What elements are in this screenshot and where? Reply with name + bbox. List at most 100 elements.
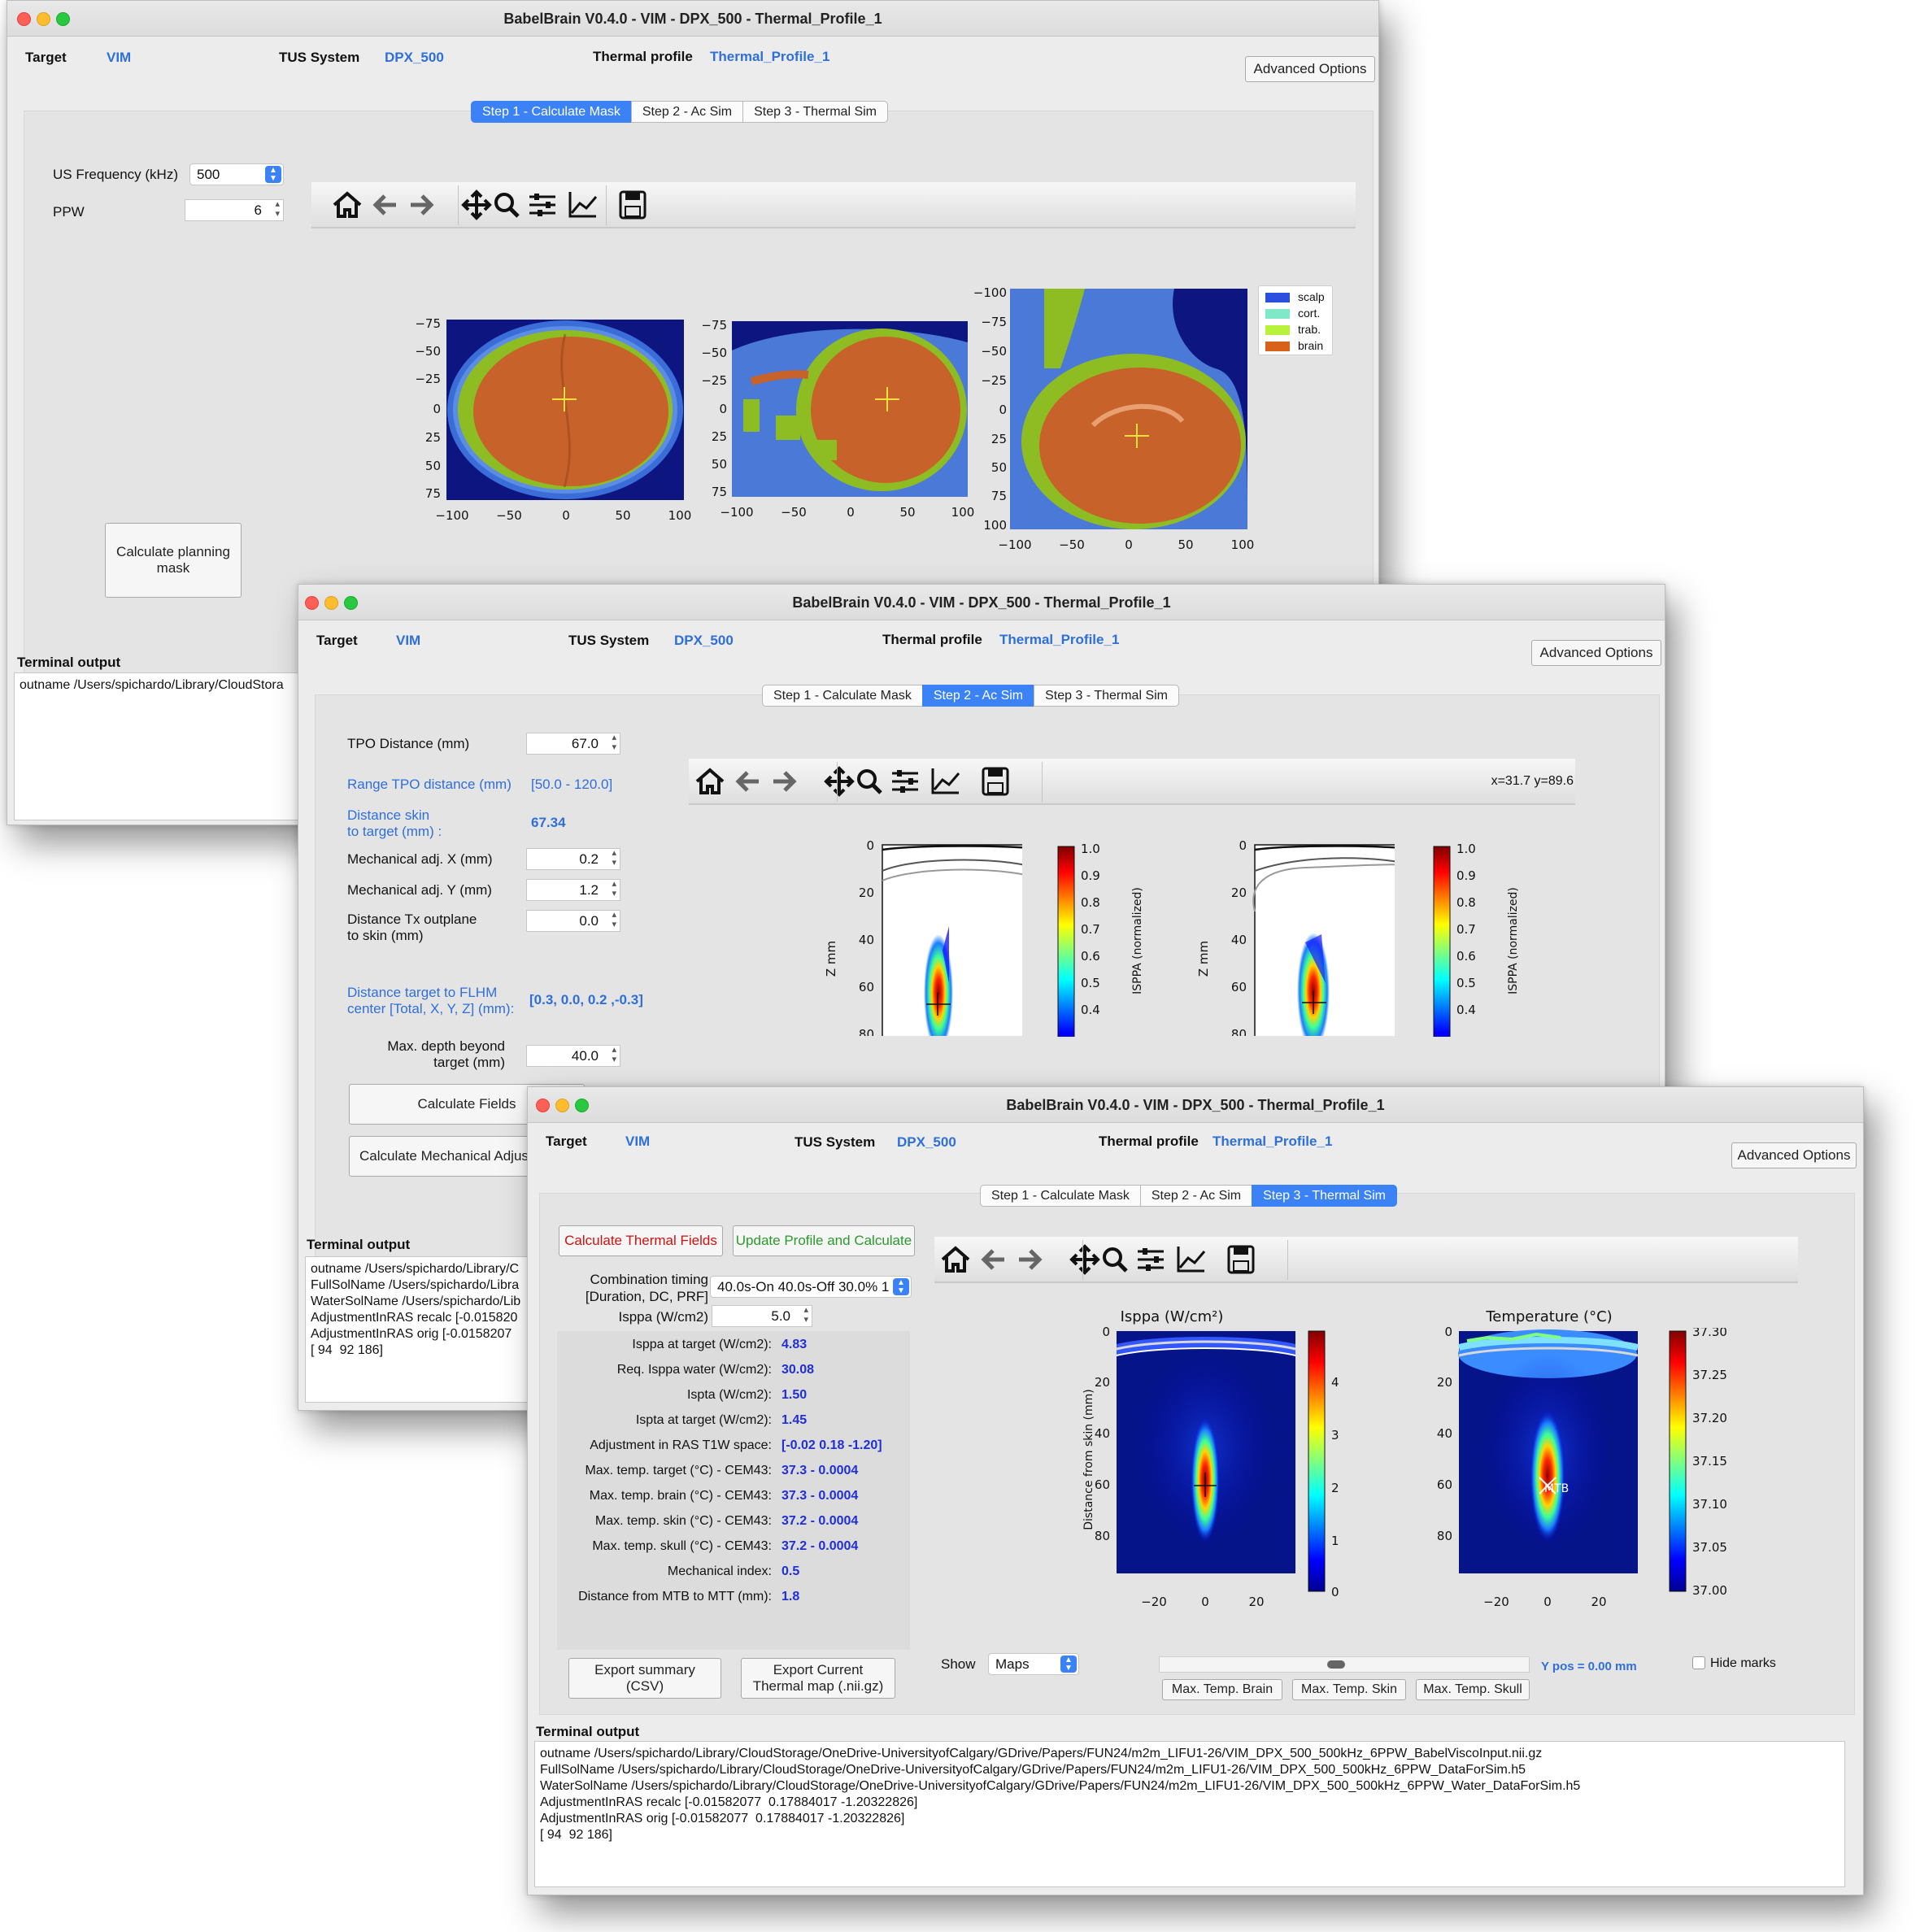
tick-label: −75 <box>981 315 1007 329</box>
edit-axis-icon[interactable] <box>568 192 598 218</box>
update-profile-calculate-button[interactable]: Update Profile and Calculate <box>733 1225 915 1256</box>
back-arrow-icon[interactable] <box>735 771 759 792</box>
mask-slice-coronal: −75 −50 −25 0 25 50 75 −100 −50 0 50 100 <box>701 318 974 520</box>
edit-axis-icon[interactable] <box>931 768 960 794</box>
save-icon[interactable] <box>619 190 647 220</box>
maximize-window-button[interactable] <box>575 1099 589 1112</box>
close-window-button[interactable] <box>305 596 319 610</box>
pan-icon[interactable] <box>1069 1244 1100 1275</box>
zoom-icon[interactable] <box>494 193 520 218</box>
home-icon[interactable] <box>695 768 725 794</box>
configure-subplots-icon[interactable] <box>892 770 918 793</box>
combination-timing-select[interactable]: 40.0s-On 40.0s-Off 30.0% 1 ▲ ▼ <box>710 1276 912 1298</box>
show-value: Maps <box>995 1656 1030 1672</box>
tab-step1[interactable]: Step 1 - Calculate Mask <box>980 1185 1141 1207</box>
save-icon[interactable] <box>1227 1245 1255 1274</box>
export-summary-button[interactable]: Export summary (CSV) <box>568 1658 721 1699</box>
show-select[interactable]: Maps ▲ ▼ <box>988 1653 1079 1675</box>
close-window-button[interactable] <box>17 12 31 26</box>
tab-step1[interactable]: Step 1 - Calculate Mask <box>762 685 923 707</box>
tick-label: 37.30 <box>1692 1328 1727 1339</box>
slider-thumb[interactable] <box>1327 1660 1345 1669</box>
tick-label: −100 <box>973 285 1007 300</box>
target-value: VIM <box>107 50 132 65</box>
tpo-distance-input[interactable]: 67.0 <box>526 733 620 755</box>
mech-adj-y-input[interactable]: 1.2 <box>526 879 620 901</box>
tx-outplane-input[interactable]: 0.0 <box>526 910 620 932</box>
target-label: Target <box>25 50 67 65</box>
mask-slice-sagittal: −100 −75 −50 −25 0 25 50 75 100 −100 −50… <box>973 285 1255 552</box>
tick-label: −50 <box>701 346 727 360</box>
tick-label: 37.15 <box>1692 1454 1727 1469</box>
terminal-output-step3[interactable]: outname /Users/spichardo/Library/CloudSt… <box>534 1741 1845 1887</box>
mech-adj-x-input[interactable]: 0.2 <box>526 848 620 870</box>
tab-step2[interactable]: Step 2 - Ac Sim <box>630 101 744 123</box>
terminal-output-step2[interactable]: outname /Users/spichardo/Library/C FullS… <box>305 1256 541 1403</box>
tick-label: 37.25 <box>1692 1368 1727 1382</box>
edit-axis-icon[interactable] <box>1177 1247 1206 1273</box>
normalized-colorbar-2: 1.0 0.9 0.8 0.7 0.6 0.5 0.4 ISPPA (norma… <box>1433 843 1520 1037</box>
home-icon[interactable] <box>941 1246 970 1273</box>
pan-icon[interactable] <box>461 189 492 220</box>
legend-item-brain: brain <box>1265 339 1323 352</box>
minimize-window-button[interactable] <box>324 596 338 610</box>
tick-label: −20 <box>1483 1595 1509 1609</box>
forward-arrow-icon[interactable] <box>1019 1249 1043 1270</box>
y-position-slider[interactable] <box>1159 1656 1530 1673</box>
close-window-button[interactable] <box>536 1099 550 1112</box>
advanced-options-button[interactable]: Advanced Options <box>1731 1142 1857 1168</box>
tick-label: 0 <box>1239 838 1247 853</box>
tab-step3[interactable]: Step 3 - Thermal Sim <box>742 101 888 123</box>
ppw-input[interactable]: 6 <box>185 199 284 221</box>
zoom-icon[interactable] <box>1103 1247 1128 1273</box>
configure-subplots-icon[interactable] <box>529 194 555 216</box>
tab-step3[interactable]: Step 3 - Thermal Sim <box>1252 1185 1397 1207</box>
combination-timing-label: Combination timing [Duration, DC, PRF] <box>585 1272 708 1304</box>
zoom-icon[interactable] <box>857 769 882 794</box>
mech-adj-x-label: Mechanical adj. X (mm) <box>347 851 493 867</box>
save-icon[interactable] <box>982 767 1009 796</box>
pan-icon[interactable] <box>824 766 855 797</box>
toolbar-separator <box>1082 1240 1083 1280</box>
export-thermal-map-button[interactable]: Export Current Thermal map (.nii.gz) <box>741 1658 895 1699</box>
toolbar-icons <box>333 189 647 220</box>
tus-system-label: TUS System <box>568 633 650 648</box>
calculate-planning-mask-button[interactable]: Calculate planning mask <box>105 523 242 598</box>
tick-label: −50 <box>981 344 1007 359</box>
target-label: Target <box>316 633 358 648</box>
calculate-thermal-fields-button[interactable]: Calculate Thermal Fields <box>559 1225 723 1256</box>
back-arrow-icon[interactable] <box>981 1249 1004 1270</box>
maximize-window-button[interactable] <box>344 596 358 610</box>
home-icon[interactable] <box>333 191 362 218</box>
maximize-window-button[interactable] <box>56 12 70 26</box>
minimize-window-button[interactable] <box>37 12 50 26</box>
tus-system-label: TUS System <box>279 50 360 65</box>
max-depth-input[interactable]: 40.0 <box>526 1045 620 1067</box>
legend-label: scalp <box>1298 290 1325 303</box>
tab-step2[interactable]: Step 2 - Ac Sim <box>921 685 1035 707</box>
max-temp-brain-button[interactable]: Max. Temp. Brain <box>1162 1679 1282 1700</box>
tick-label: 2 <box>1331 1481 1339 1495</box>
back-arrow-icon[interactable] <box>372 194 396 215</box>
hide-marks-checkbox[interactable] <box>1692 1656 1705 1669</box>
us-frequency-select[interactable]: 500 ▲ ▼ <box>189 163 284 185</box>
tick-label: 0 <box>1543 1595 1552 1609</box>
minimize-window-button[interactable] <box>555 1099 569 1112</box>
advanced-options-button[interactable]: Advanced Options <box>1531 640 1661 666</box>
advanced-options-button[interactable]: Advanced Options <box>1245 56 1375 82</box>
max-temp-skull-button[interactable]: Max. Temp. Skull <box>1416 1679 1530 1700</box>
tab-step3[interactable]: Step 3 - Thermal Sim <box>1034 685 1179 707</box>
tab-step1[interactable]: Step 1 - Calculate Mask <box>471 101 632 123</box>
forward-arrow-icon[interactable] <box>773 771 797 792</box>
isppa-input[interactable]: 5.0 <box>712 1305 812 1327</box>
ppw-label: PPW <box>53 204 85 220</box>
colorbar-ticks: 37.30 37.25 37.20 37.15 37.10 37.05 37.0… <box>1692 1328 1727 1598</box>
max-temp-skin-button[interactable]: Max. Temp. Skin <box>1292 1679 1406 1700</box>
toolbar-separator <box>458 185 459 225</box>
show-label: Show <box>941 1656 976 1672</box>
tick-label: 0.8 <box>1456 895 1476 910</box>
tab-step2[interactable]: Step 2 - Ac Sim <box>1139 1185 1253 1207</box>
result-value: [-0.02 0.18 -1.20] <box>781 1438 882 1452</box>
configure-subplots-icon[interactable] <box>1138 1248 1164 1271</box>
forward-arrow-icon[interactable] <box>411 194 434 215</box>
